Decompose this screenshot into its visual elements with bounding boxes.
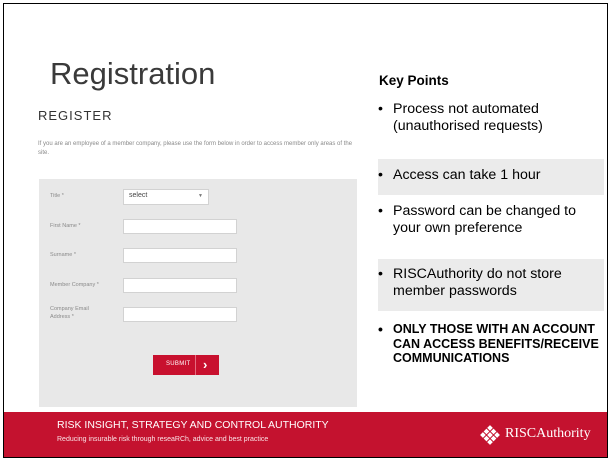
- title-select[interactable]: select ▼: [123, 189, 209, 205]
- member-company-input[interactable]: [123, 278, 237, 293]
- brand-name: RISCAuthority: [505, 426, 591, 441]
- key-point-item: • Access can take 1 hour: [378, 159, 604, 195]
- slide: Registration REGISTER If you are an empl…: [3, 3, 608, 458]
- footer-bar: RISK INSIGHT, STRATEGY AND CONTROL AUTHO…: [4, 412, 607, 457]
- submit-label: SUBMIT: [166, 361, 191, 367]
- bullet-icon: •: [378, 266, 383, 282]
- key-point-text: Access can take 1 hour: [393, 167, 541, 183]
- diamond-grid-logo-icon: [480, 425, 500, 445]
- key-points-heading: Key Points: [379, 73, 449, 88]
- registration-form-screenshot: REGISTER If you are an employee of a mem…: [38, 108, 358, 408]
- submit-divider: [195, 355, 196, 375]
- footer-tagline: RISK INSIGHT, STRATEGY AND CONTROL AUTHO…: [57, 419, 329, 431]
- bullet-icon: •: [378, 203, 383, 219]
- submit-button[interactable]: SUBMIT ›: [153, 355, 219, 375]
- bullet-icon: •: [378, 101, 383, 117]
- surname-label: Surname *: [50, 252, 76, 258]
- page-title: Registration: [50, 56, 216, 91]
- chevron-right-icon: ›: [203, 357, 208, 372]
- brand-logo: RISCAuthority: [478, 420, 603, 450]
- key-point-text: Password can be changed to your own pref…: [393, 203, 576, 236]
- surname-input[interactable]: [123, 248, 237, 263]
- footer-subtagline: Reducing insurable risk through reseaRCh…: [57, 436, 269, 443]
- bullet-icon: •: [378, 167, 383, 183]
- bullet-icon: •: [378, 321, 383, 337]
- first-name-input[interactable]: [123, 219, 237, 234]
- company-email-label: Company Email Address *: [50, 306, 89, 320]
- key-point-item: • RISCAuthority do not store member pass…: [378, 259, 604, 311]
- member-company-label: Member Company *: [50, 282, 99, 288]
- key-point-text: ONLY THOSE WITH AN ACCOUNT CAN ACCESS BE…: [393, 322, 599, 365]
- title-select-value: select: [129, 192, 148, 199]
- key-point-item: • ONLY THOSE WITH AN ACCOUNT CAN ACCESS …: [378, 322, 604, 402]
- form-panel: Title * select ▼ First Name * Surname * …: [39, 179, 357, 407]
- register-intro-text: If you are an employee of a member compa…: [38, 141, 353, 156]
- key-point-text: Process not automated (unauthorised requ…: [393, 101, 543, 134]
- key-point-text: RISCAuthority do not store member passwo…: [393, 266, 562, 299]
- title-label: Title *: [50, 193, 64, 199]
- key-point-item: • Process not automated (unauthorised re…: [378, 101, 604, 141]
- first-name-label: First Name *: [50, 223, 81, 229]
- chevron-down-icon: ▼: [198, 193, 203, 199]
- key-point-item: • Password can be changed to your own pr…: [378, 203, 604, 243]
- company-email-input[interactable]: [123, 307, 237, 322]
- register-heading: REGISTER: [38, 108, 113, 123]
